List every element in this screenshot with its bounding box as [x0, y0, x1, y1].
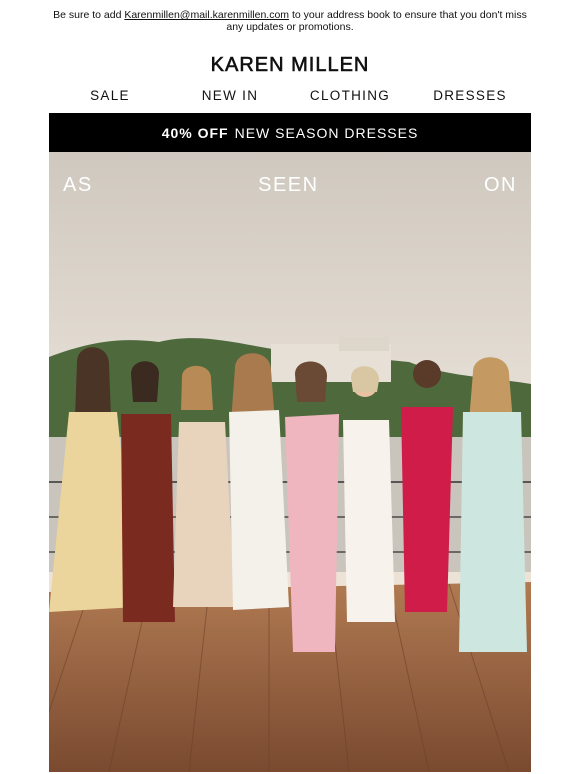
wooden-deck: [49, 582, 531, 772]
hero-word-as: AS: [63, 174, 93, 196]
nav-item-sale[interactable]: SALE: [50, 88, 170, 103]
hero-word-seen: SEEN: [258, 174, 319, 196]
hero-photo-illustration: [49, 152, 531, 772]
promo-banner[interactable]: 40% OFF NEW SEASON DRESSES: [49, 113, 531, 152]
hero-image[interactable]: AS SEEN ON: [49, 152, 531, 772]
hero-title: AS SEEN ON: [63, 174, 517, 197]
nav-item-new-in[interactable]: NEW IN: [170, 88, 290, 103]
preheader-text: Be sure to add Karenmillen@mail.karenmil…: [50, 0, 530, 33]
main-nav: SALE NEW IN CLOTHING DRESSES: [50, 88, 530, 103]
promo-text: NEW SEASON DRESSES: [234, 124, 419, 141]
nav-item-dresses[interactable]: DRESSES: [410, 88, 530, 103]
brand-logo[interactable]: KAREN MILLEN: [0, 54, 580, 77]
hero-word-on: ON: [484, 174, 517, 196]
preheader-before: Be sure to add: [53, 9, 125, 21]
promo-discount: 40% OFF: [161, 124, 229, 141]
nav-item-clothing[interactable]: CLOTHING: [290, 88, 410, 103]
preheader-email-link[interactable]: Karenmillen@mail.karenmillen.com: [124, 9, 289, 21]
